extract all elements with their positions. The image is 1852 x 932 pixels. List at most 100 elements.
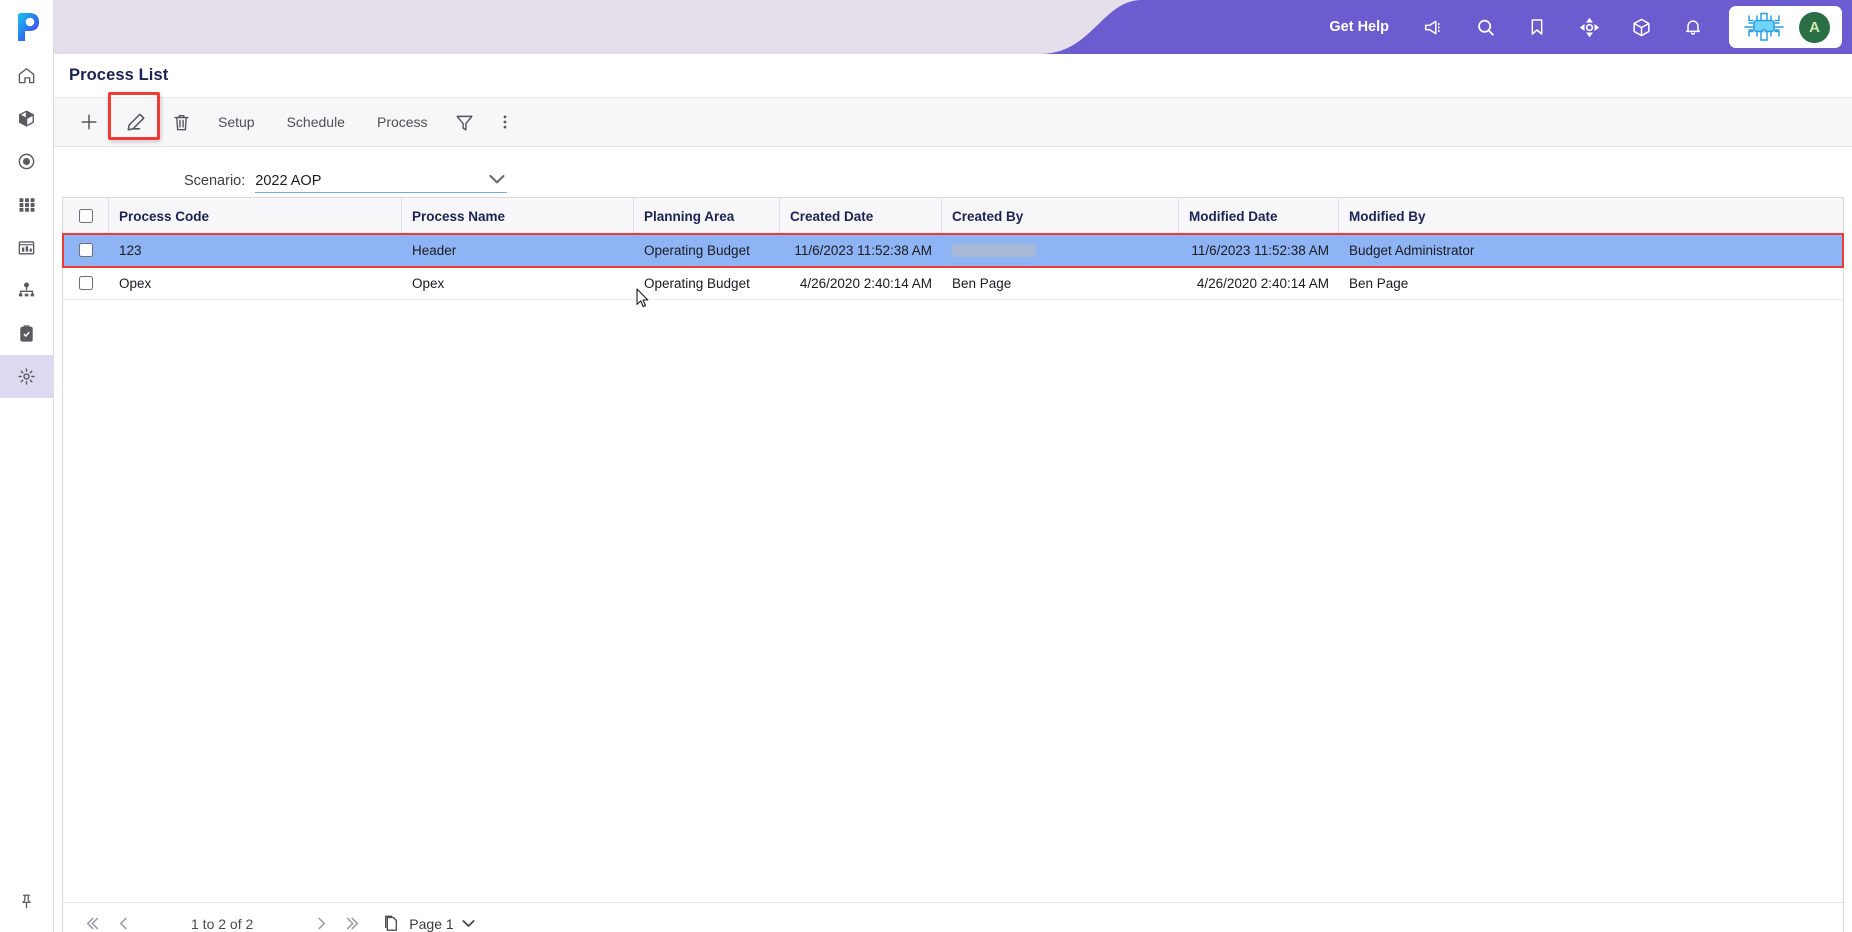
top-bar: Get Help A <box>54 0 1852 54</box>
scenario-dropdown[interactable]: 2022 AOP <box>255 171 508 193</box>
page-header: Process List <box>54 54 1852 98</box>
pin-navigation-button[interactable] <box>0 870 54 932</box>
column-header-process-code[interactable]: Process Code <box>109 198 402 234</box>
notifications-button[interactable] <box>1667 0 1719 54</box>
column-header-modified-by[interactable]: Modified By <box>1339 198 1554 234</box>
page-container: Process List Setup Schedule Process Scen… <box>54 54 1852 932</box>
funnel-icon <box>456 115 473 131</box>
navigate-button[interactable] <box>1563 0 1615 54</box>
row-checkbox[interactable] <box>79 276 93 290</box>
pagination-status: 1 to 2 of 2 <box>191 915 254 932</box>
bookmarks-button[interactable] <box>1511 0 1563 54</box>
sidebar-item-tasks[interactable] <box>0 312 54 355</box>
bookmark-icon <box>1531 19 1543 35</box>
row-select-cell <box>63 234 109 267</box>
cell-modified-by: Budget Administrator <box>1349 242 1475 258</box>
kebab-menu-icon <box>503 115 506 129</box>
application-window: Get Help A Process List Setup Schedule P… <box>0 0 1852 932</box>
cell-process-name: Header <box>412 242 457 258</box>
page-title: Process List <box>69 66 169 84</box>
get-help-button[interactable]: Get Help <box>1311 19 1407 35</box>
search-button[interactable] <box>1459 0 1511 54</box>
previous-page-icon <box>119 917 127 930</box>
table-row[interactable]: Opex Opex Operating Budget 4/26/2020 2:4… <box>63 267 1843 300</box>
cell-created-date: 4/26/2020 2:40:14 AM <box>799 275 932 291</box>
column-header-planning-area[interactable]: Planning Area <box>634 198 780 234</box>
hierarchy-icon <box>18 282 35 297</box>
sidebar-item-hierarchy[interactable] <box>0 269 54 312</box>
first-page-button[interactable] <box>75 908 107 932</box>
ai-assistant-button[interactable] <box>1741 10 1787 44</box>
cell-planning-area: Operating Budget <box>644 275 750 291</box>
sidebar-item-administration[interactable] <box>0 355 54 398</box>
cell-modified-by: Ben Page <box>1349 275 1409 291</box>
avatar[interactable]: A <box>1799 11 1830 43</box>
pencil-icon <box>127 112 145 131</box>
page-caret-down-icon <box>462 919 475 928</box>
redacted-value <box>952 243 1036 257</box>
left-navigation-rail <box>0 0 54 932</box>
setup-menu-button[interactable]: Setup <box>202 114 271 130</box>
column-header-process-name[interactable]: Process Name <box>402 198 634 234</box>
column-header-modified-date[interactable]: Modified Date <box>1179 198 1339 234</box>
announcement-button[interactable] <box>1407 0 1459 54</box>
page-selector[interactable]: Page 1 <box>381 914 475 932</box>
more-options-button[interactable] <box>485 102 525 142</box>
trash-icon <box>174 114 189 130</box>
ai-assistant-icon <box>1744 12 1784 41</box>
edit-button[interactable] <box>114 102 157 142</box>
sidebar-item-targets[interactable] <box>0 140 54 183</box>
cell-created-date: 11/6/2023 11:52:38 AM <box>794 242 932 258</box>
bell-icon <box>1685 20 1701 35</box>
process-list-grid: Process Code Process Name Planning Area … <box>62 197 1844 932</box>
bar-chart-icon <box>18 241 35 255</box>
grid-icon <box>19 197 34 212</box>
cell-modified-date: 4/26/2020 2:40:14 AM <box>1196 275 1329 291</box>
row-select-cell <box>63 267 109 300</box>
next-page-button[interactable] <box>305 908 337 932</box>
pin-icon <box>22 894 31 908</box>
announcement-icon <box>1424 20 1439 34</box>
delete-button[interactable] <box>161 102 202 142</box>
cell-modified-date: 11/6/2023 11:52:38 AM <box>1191 242 1329 258</box>
column-header-created-by[interactable]: Created By <box>942 198 1179 234</box>
cube-icon <box>19 110 34 127</box>
cell-process-name: Opex <box>412 275 445 291</box>
search-icon <box>1477 19 1494 36</box>
last-page-icon <box>346 917 358 930</box>
schedule-menu-button[interactable]: Schedule <box>271 114 361 130</box>
sidebar-item-models[interactable] <box>0 97 54 140</box>
select-all-checkbox[interactable] <box>78 209 93 223</box>
cell-process-code: Opex <box>119 275 152 291</box>
user-chip: A <box>1729 6 1842 48</box>
sidebar-item-reports[interactable] <box>0 226 54 269</box>
grid-body: 123 Header Operating Budget 11/6/2023 11… <box>62 233 1844 300</box>
top-bar-actions: Get Help A <box>1311 0 1852 54</box>
scenario-label: Scenario: <box>184 173 246 189</box>
filter-button[interactable] <box>444 102 485 142</box>
row-checkbox[interactable] <box>79 243 93 257</box>
table-row[interactable]: 123 Header Operating Budget 11/6/2023 11… <box>62 233 1844 268</box>
app-logo[interactable] <box>0 0 54 54</box>
filter-bar: Scenario: 2022 AOP <box>54 147 1852 197</box>
select-all-header <box>63 198 109 234</box>
grid-header-row: Process Code Process Name Planning Area … <box>63 198 1843 234</box>
home-icon <box>18 68 35 84</box>
sidebar-item-grid[interactable] <box>0 183 54 226</box>
plus-icon <box>81 114 97 130</box>
sidebar-item-home[interactable] <box>0 54 54 97</box>
cell-created-by <box>942 234 1179 267</box>
pagination-bar: 1 to 2 of 2 Page 1 <box>63 902 1843 932</box>
caret-down-icon <box>489 171 505 189</box>
column-header-created-date[interactable]: Created Date <box>780 198 942 234</box>
page-label: Page 1 <box>409 915 454 932</box>
first-page-icon <box>86 917 98 930</box>
grid-toolbar: Setup Schedule Process <box>54 92 1852 147</box>
cell-created-by: Ben Page <box>952 275 1012 291</box>
last-page-button[interactable] <box>337 908 369 932</box>
previous-page-button[interactable] <box>107 908 139 932</box>
pages-icon <box>385 915 398 931</box>
packages-button[interactable] <box>1615 0 1667 54</box>
add-button[interactable] <box>68 102 110 142</box>
process-menu-button[interactable]: Process <box>361 114 444 130</box>
